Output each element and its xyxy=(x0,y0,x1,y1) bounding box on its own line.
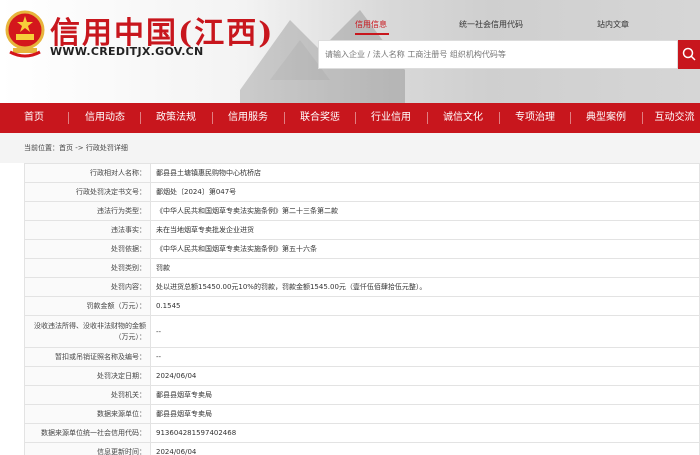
table-row: 没收违法所得、没收非法财物的金额（万元）： -- xyxy=(24,315,700,348)
nav-separator xyxy=(570,112,571,124)
search-box xyxy=(318,40,679,69)
table-row: 处罚类别： 罚款 xyxy=(24,258,700,278)
field-value: -- xyxy=(150,315,700,348)
field-value: 鄱县县土塘镇惠民购物中心杭桥店 xyxy=(150,163,700,183)
field-value: -- xyxy=(150,347,700,367)
field-label: 行政相对人名称： xyxy=(24,163,151,183)
site-header: 信用中国(江西) WWW.CREDITJX.GOV.CN 信用信息 统一社会信用… xyxy=(0,0,700,103)
field-value: 未在当地烟草专卖批发企业进货 xyxy=(150,220,700,240)
field-label: 罚款金额（万元）： xyxy=(24,296,151,316)
nav-separator xyxy=(355,112,356,124)
nav-separator xyxy=(499,112,500,124)
nav-item-policies[interactable]: 政策法规 xyxy=(147,103,205,133)
breadcrumb-prefix: 当前位置： xyxy=(24,144,59,152)
field-label: 行政处罚决定书文号： xyxy=(24,182,151,202)
field-label: 处罚依据： xyxy=(24,239,151,259)
nav-separator xyxy=(68,112,69,124)
field-label: 处罚内容： xyxy=(24,277,151,297)
table-row: 行政处罚决定书文号： 鄱烟处〔2024〕第047号 xyxy=(24,182,700,202)
table-row: 违法事实： 未在当地烟草专卖批发企业进货 xyxy=(24,220,700,240)
active-link-underline xyxy=(355,33,389,35)
top-link-credit-info[interactable]: 信用信息 xyxy=(355,19,387,30)
table-row: 数据来源单位： 鄱县县烟草专卖局 xyxy=(24,404,700,424)
field-label: 违法事实： xyxy=(24,220,151,240)
nav-item-credit-news[interactable]: 信用动态 xyxy=(76,103,134,133)
top-link-credit-code[interactable]: 统一社会信用代码 xyxy=(459,19,523,30)
search-icon xyxy=(682,47,696,61)
national-emblem-icon xyxy=(5,10,45,58)
nav-item-rewards-penalties[interactable]: 联合奖惩 xyxy=(291,103,349,133)
field-label: 没收违法所得、没收非法财物的金额（万元）： xyxy=(24,315,151,348)
nav-separator xyxy=(642,112,643,124)
breadcrumb-path[interactable]: 首页 -> 行政处罚详细 xyxy=(59,144,128,152)
nav-item-home[interactable]: 首页 xyxy=(6,103,62,133)
search-input[interactable] xyxy=(319,41,679,68)
field-label: 暂扣或吊销证照名称及编号： xyxy=(24,347,151,367)
nav-item-credit-services[interactable]: 信用服务 xyxy=(219,103,277,133)
field-value: 鄱烟处〔2024〕第047号 xyxy=(150,182,700,202)
breadcrumb: 当前位置：首页 -> 行政处罚详细 xyxy=(0,133,700,163)
table-row: 处罚依据： 《中华人民共和国烟草专卖法实施条例》第五十六条 xyxy=(24,239,700,259)
nav-separator xyxy=(140,112,141,124)
field-label: 信息更新时间： xyxy=(24,442,151,455)
table-row: 处罚决定日期： 2024/06/04 xyxy=(24,366,700,386)
field-label: 数据来源单位统一社会信用代码： xyxy=(24,423,151,443)
table-row: 违法行为类型： 《中华人民共和国烟草专卖法实施条例》第二十三条第二款 xyxy=(24,201,700,221)
table-row: 处罚机关： 鄱县县烟草专卖局 xyxy=(24,385,700,405)
nav-item-integrity-culture[interactable]: 诚信文化 xyxy=(434,103,492,133)
field-label: 处罚机关： xyxy=(24,385,151,405)
field-value: 处以进货总额15450.00元10%的罚款，罚款金额1545.00元（壹仟伍佰肆… xyxy=(150,277,700,297)
field-value: 2024/06/04 xyxy=(150,366,700,386)
table-row: 暂扣或吊销证照名称及编号： -- xyxy=(24,347,700,367)
page-root: 信用中国(江西) WWW.CREDITJX.GOV.CN 信用信息 统一社会信用… xyxy=(0,0,700,455)
field-value: 鄱县县烟草专卖局 xyxy=(150,385,700,405)
nav-separator xyxy=(212,112,213,124)
nav-item-special-governance[interactable]: 专项治理 xyxy=(506,103,564,133)
main-nav: 首页 信用动态 政策法规 信用服务 联合奖惩 行业信用 诚信文化 专项治理 典型… xyxy=(0,103,700,133)
field-value: 罚款 xyxy=(150,258,700,278)
table-row: 行政相对人名称： 鄱县县土塘镇惠民购物中心杭桥店 xyxy=(24,163,700,183)
field-label: 处罚类别： xyxy=(24,258,151,278)
site-url: WWW.CREDITJX.GOV.CN xyxy=(50,45,204,58)
field-label: 违法行为类型： xyxy=(24,201,151,221)
table-row: 处罚内容： 处以进货总额15450.00元10%的罚款，罚款金额1545.00元… xyxy=(24,277,700,297)
nav-separator xyxy=(427,112,428,124)
top-link-site-articles[interactable]: 站内文章 xyxy=(597,19,629,30)
field-value: 0.1545 xyxy=(150,296,700,316)
table-row: 信息更新时间： 2024/06/04 xyxy=(24,442,700,455)
nav-item-interaction[interactable]: 互动交流 xyxy=(649,103,700,133)
nav-separator xyxy=(284,112,285,124)
field-label: 数据来源单位： xyxy=(24,404,151,424)
penalty-detail-table: 行政相对人名称： 鄱县县土塘镇惠民购物中心杭桥店 行政处罚决定书文号： 鄱烟处〔… xyxy=(24,163,700,455)
field-label: 处罚决定日期： xyxy=(24,366,151,386)
table-row: 罚款金额（万元）： 0.1545 xyxy=(24,296,700,316)
search-button[interactable] xyxy=(678,40,700,69)
field-value: 鄱县县烟草专卖局 xyxy=(150,404,700,424)
nav-item-typical-cases[interactable]: 典型案例 xyxy=(577,103,635,133)
table-row: 数据来源单位统一社会信用代码： 913604281597402468 xyxy=(24,423,700,443)
field-value: 《中华人民共和国烟草专卖法实施条例》第二十三条第二款 xyxy=(150,201,700,221)
field-value: 913604281597402468 xyxy=(150,423,700,443)
field-value: 2024/06/04 xyxy=(150,442,700,455)
field-value: 《中华人民共和国烟草专卖法实施条例》第五十六条 xyxy=(150,239,700,259)
nav-item-industry-credit[interactable]: 行业信用 xyxy=(362,103,420,133)
